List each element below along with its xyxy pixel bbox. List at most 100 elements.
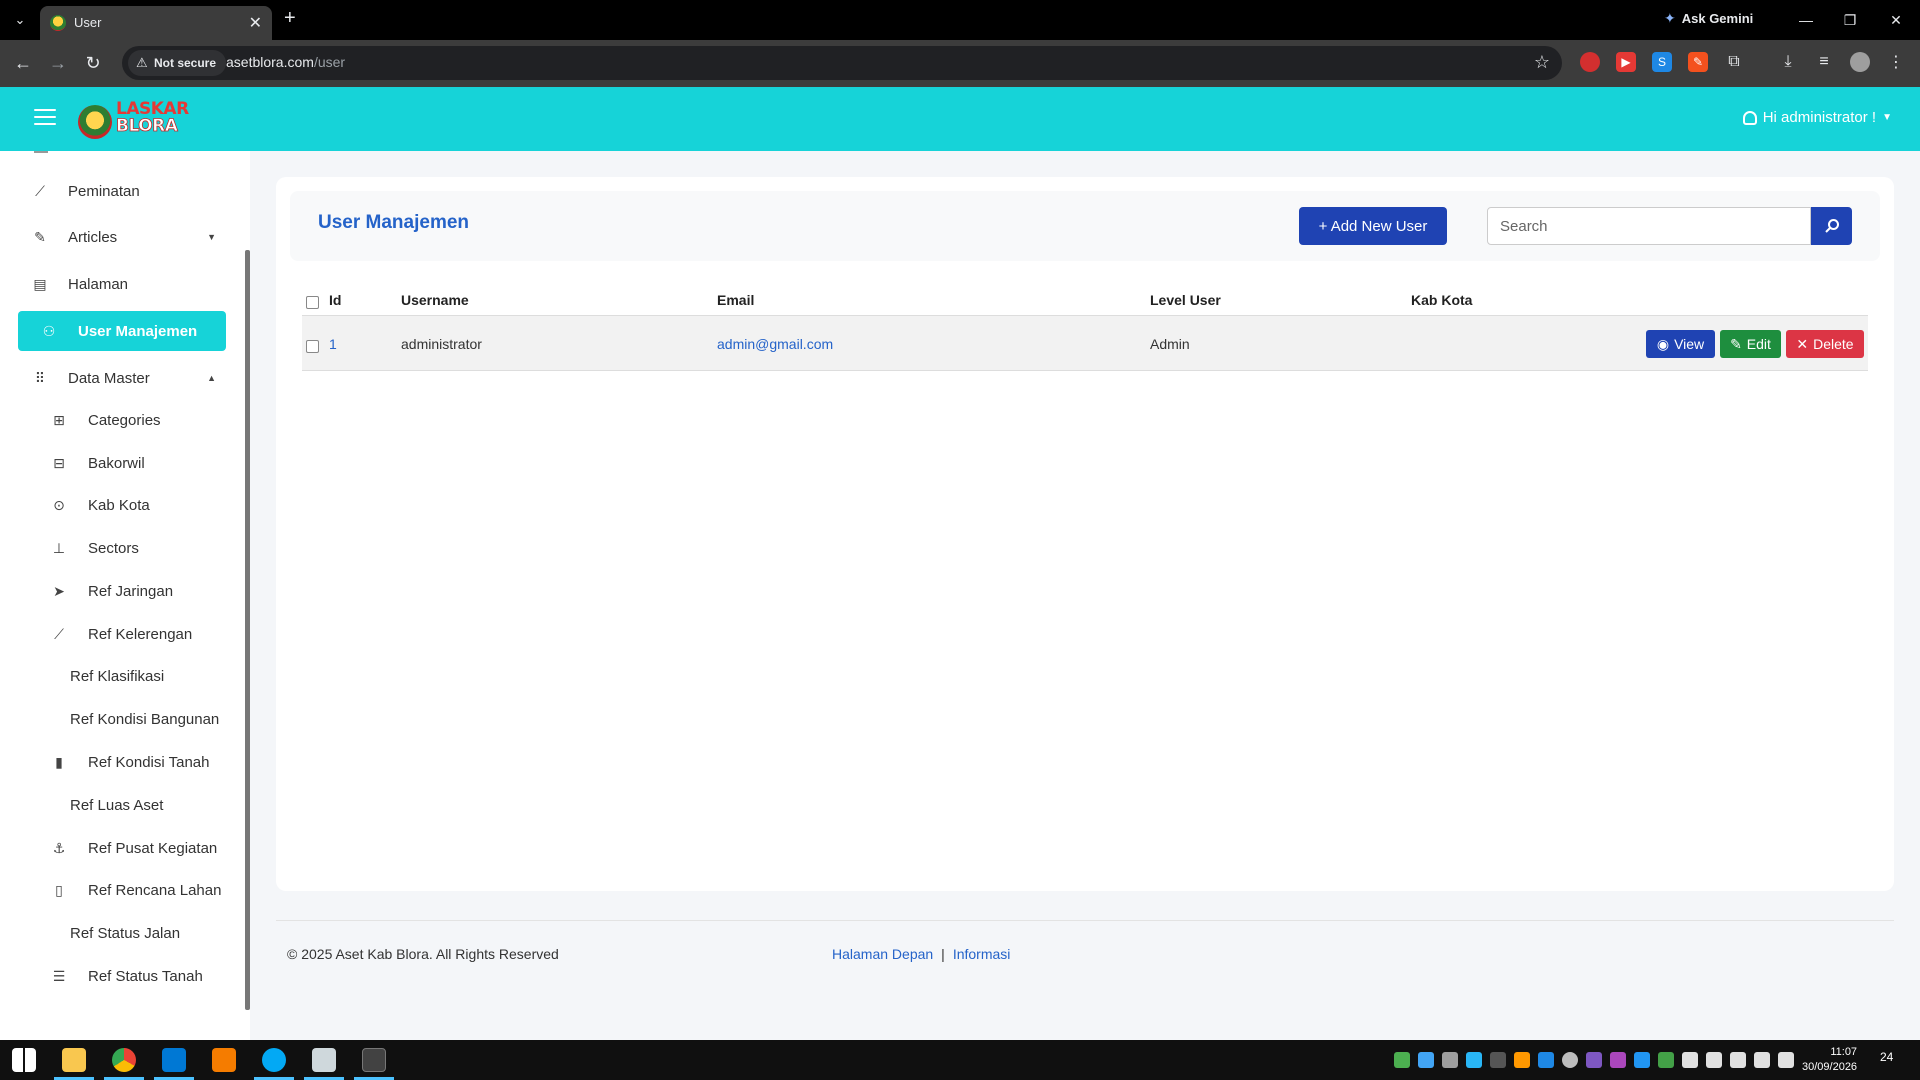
- sidebar-item-halaman[interactable]: ▤ Halaman: [18, 264, 226, 304]
- extension-orange-icon[interactable]: ✎: [1688, 52, 1708, 72]
- tray-chart-icon[interactable]: [1490, 1052, 1506, 1068]
- browser-tab-user[interactable]: User ✕: [40, 6, 272, 40]
- edit-button[interactable]: ✎ Edit: [1720, 330, 1781, 358]
- sidebar-item-bakorwil[interactable]: ⊟ Bakorwil: [18, 443, 226, 483]
- column-header-email[interactable]: Email: [717, 292, 754, 308]
- laskar-blora-logo[interactable]: LASKAR BLORA: [78, 97, 213, 141]
- file-explorer-icon[interactable]: [62, 1048, 86, 1072]
- caret-down-icon: ▼: [1882, 112, 1892, 123]
- ask-gemini-button[interactable]: ✦ Ask Gemini: [1664, 10, 1753, 27]
- extension-red-icon[interactable]: [1580, 52, 1600, 72]
- tray-app-icon[interactable]: [1418, 1052, 1434, 1068]
- forward-arrow-icon[interactable]: →: [45, 50, 71, 76]
- vscode-icon[interactable]: [162, 1048, 186, 1072]
- windows-start-icon[interactable]: [12, 1048, 36, 1072]
- sidebar-item-ref-status-tanah[interactable]: ☰ Ref Status Tanah: [18, 956, 226, 996]
- sidebar-item-ref-kelerengan[interactable]: ⟋ Ref Kelerengan: [18, 614, 226, 654]
- close-tab-icon[interactable]: ✕: [249, 13, 262, 33]
- sublime-icon[interactable]: [212, 1048, 236, 1072]
- sidebar-item-ref-kondisi-bangunan[interactable]: Ref Kondisi Bangunan: [18, 699, 226, 739]
- store-icon[interactable]: [312, 1048, 336, 1072]
- sidebar-item-label: Ref Status Tanah: [88, 967, 203, 985]
- sidebar-item-ref-jaringan[interactable]: ➤ Ref Jaringan: [18, 571, 226, 611]
- column-header-id[interactable]: Id: [329, 292, 341, 308]
- tray-app-icon[interactable]: [1658, 1052, 1674, 1068]
- sidebar-item-ref-klasifikasi[interactable]: Ref Klasifikasi: [18, 656, 226, 696]
- view-button[interactable]: ◉ View: [1646, 330, 1715, 358]
- row-id-link[interactable]: 1: [329, 336, 337, 352]
- bluetooth-icon[interactable]: [1634, 1052, 1650, 1068]
- row-email-link[interactable]: admin@gmail.com: [717, 336, 833, 352]
- tray-app-icon[interactable]: [1394, 1052, 1410, 1068]
- row-checkbox[interactable]: [306, 340, 319, 353]
- chrome-icon[interactable]: [112, 1048, 136, 1072]
- close-window-icon[interactable]: ✕: [1876, 6, 1916, 34]
- volume-icon[interactable]: [1754, 1052, 1770, 1068]
- reload-icon[interactable]: ↻: [80, 50, 106, 76]
- sidebar-item-ref-pusat-kegiatan[interactable]: ⚓ Ref Pusat Kegiatan: [18, 828, 226, 868]
- media-control-icon[interactable]: ≡: [1814, 52, 1834, 72]
- clipboard-icon: ▯: [55, 881, 63, 898]
- network-icon[interactable]: [1730, 1052, 1746, 1068]
- sidebar-item-data-master[interactable]: ⠿ Data Master ▲: [18, 358, 226, 398]
- extension-s-icon[interactable]: S: [1652, 52, 1672, 72]
- sidebar-item-ref-status-jalan[interactable]: Ref Status Jalan: [18, 913, 226, 953]
- download-icon[interactable]: ⤓: [1778, 52, 1798, 72]
- tray-app-icon[interactable]: [1682, 1052, 1698, 1068]
- extension-youtube-icon[interactable]: ▶: [1616, 52, 1636, 72]
- sidebar-item-sectors[interactable]: ⊥ Sectors: [18, 528, 226, 568]
- footer-link-halaman-depan[interactable]: Halaman Depan: [832, 946, 933, 962]
- terminal-icon[interactable]: [362, 1048, 386, 1072]
- system-clock[interactable]: 11:07 30/09/2026: [1802, 1045, 1857, 1075]
- search-button[interactable]: [1811, 207, 1852, 245]
- sidebar-item-label: Halaman: [68, 275, 129, 293]
- profile-avatar-icon[interactable]: [1850, 52, 1870, 72]
- back-arrow-icon[interactable]: ←: [10, 50, 36, 76]
- sidebar-item-ref-luas-aset[interactable]: Ref Luas Aset: [18, 785, 226, 825]
- user-dropdown[interactable]: Hi administrator ! ▼: [1742, 109, 1892, 126]
- extensions-puzzle-icon[interactable]: ⧉: [1724, 52, 1744, 72]
- column-header-username[interactable]: Username: [401, 292, 469, 308]
- tray-app-icon[interactable]: [1514, 1052, 1530, 1068]
- column-header-kab-kota[interactable]: Kab Kota: [1411, 292, 1472, 308]
- tray-app-icon[interactable]: [1706, 1052, 1722, 1068]
- restore-icon[interactable]: ❐: [1830, 6, 1870, 34]
- sidebar-item-ref-kondisi-tanah[interactable]: ▮ Ref Kondisi Tanah: [18, 742, 226, 782]
- sidebar-item-user-manajemen[interactable]: ⚇ User Manajemen: [18, 311, 226, 351]
- search-input[interactable]: [1487, 207, 1811, 245]
- tray-shield-icon[interactable]: [1538, 1052, 1554, 1068]
- tray-pen-icon[interactable]: [1610, 1052, 1626, 1068]
- notification-center-icon[interactable]: 24: [1880, 1050, 1893, 1064]
- tray-cloud-icon[interactable]: [1442, 1052, 1458, 1068]
- tray-app-icon[interactable]: [1466, 1052, 1482, 1068]
- edge-icon[interactable]: [262, 1048, 286, 1072]
- tray-headset-icon[interactable]: [1562, 1052, 1578, 1068]
- browser-menu-icon[interactable]: ⋮: [1886, 52, 1906, 72]
- battery-icon[interactable]: [1778, 1052, 1794, 1068]
- select-all-checkbox[interactable]: [306, 296, 319, 309]
- bookmark-star-icon[interactable]: ☆: [1534, 52, 1550, 73]
- add-new-user-button[interactable]: + Add New User: [1299, 207, 1447, 245]
- footer-link-informasi[interactable]: Informasi: [953, 946, 1011, 962]
- column-header-level-user[interactable]: Level User: [1150, 292, 1221, 308]
- delete-button[interactable]: ✕ Delete: [1786, 330, 1864, 358]
- not-secure-chip[interactable]: ⚠ Not secure: [128, 50, 227, 76]
- search-icon: [1824, 219, 1839, 233]
- url-text[interactable]: asetblora.com/user: [226, 54, 345, 70]
- minimize-icon[interactable]: —: [1786, 6, 1826, 34]
- sidebar-item-label: Data Master: [68, 369, 150, 387]
- logo-text: LASKAR BLORA: [116, 101, 190, 135]
- sidebar-item-ref-rencana-lahan[interactable]: ▯ Ref Rencana Lahan: [18, 870, 226, 910]
- clock-date: 30/09/2026: [1802, 1061, 1858, 1073]
- tab-search-chevron-icon[interactable]: ⌄: [8, 8, 32, 32]
- hamburger-menu-icon[interactable]: [34, 109, 56, 127]
- new-tab-icon[interactable]: +: [284, 7, 296, 30]
- not-secure-label: Not secure: [154, 56, 217, 70]
- sidebar-item-peminatan[interactable]: ⟋ Peminatan: [18, 171, 226, 211]
- sidebar-item-articles[interactable]: ✎ Articles ▼: [18, 217, 226, 257]
- chart-line-icon: ⟋: [54, 625, 64, 642]
- tray-app-icon[interactable]: [1586, 1052, 1602, 1068]
- address-bar[interactable]: ⚠ Not secure asetblora.com/user ☆: [122, 46, 1562, 80]
- sidebar-item-categories[interactable]: ⊞ Categories: [18, 400, 226, 440]
- sidebar-item-kab-kota[interactable]: ⊙ Kab Kota: [18, 485, 226, 525]
